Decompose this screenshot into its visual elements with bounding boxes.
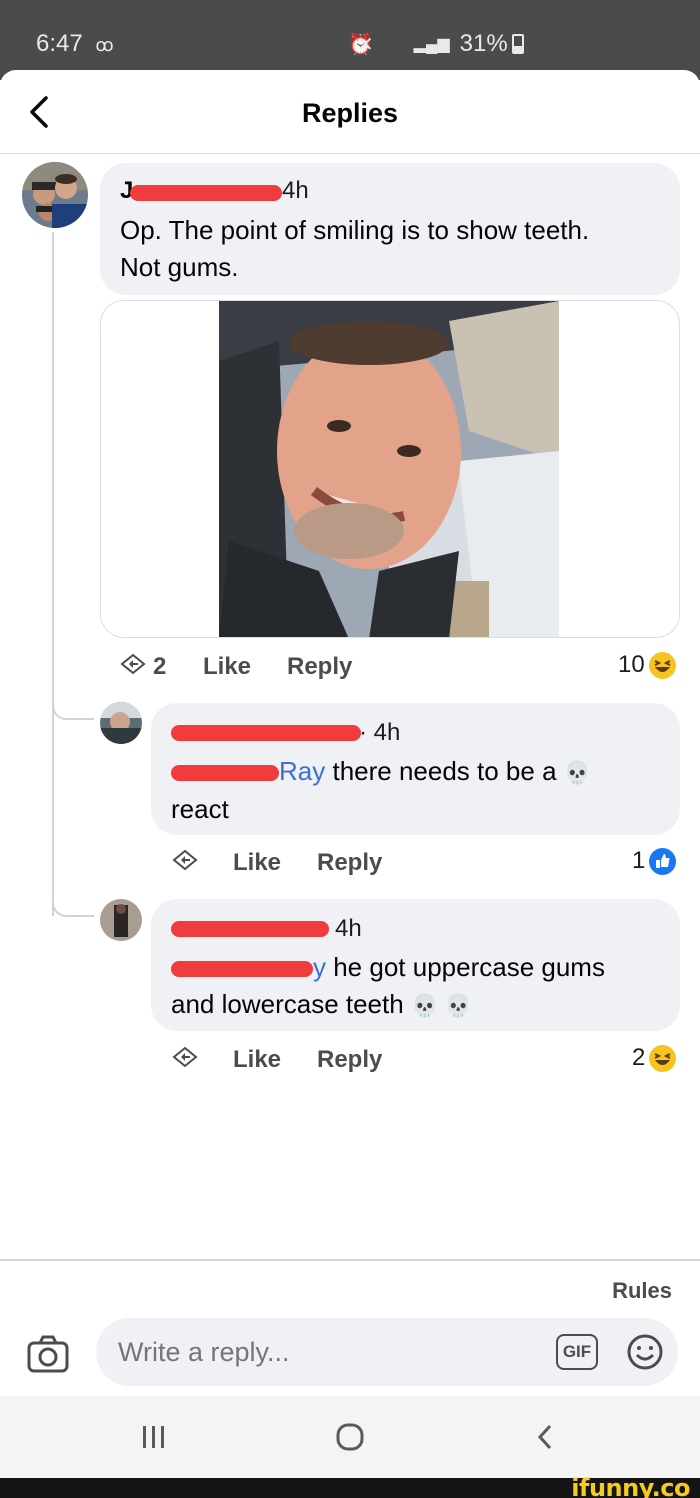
avatar[interactable] (22, 162, 88, 228)
skull-emoji: 💀 💀 (410, 993, 472, 1018)
laughing-emoji-icon (648, 651, 676, 679)
like-button[interactable]: Like (233, 849, 281, 877)
status-time: 6:47 ꝏ (36, 30, 114, 57)
laughing-emoji-icon (649, 1044, 677, 1072)
share-icon[interactable] (170, 847, 200, 877)
home-icon[interactable] (334, 1422, 366, 1452)
composer-divider (0, 1259, 700, 1261)
comment-text: Op. The point of smiling is to show teet… (120, 215, 590, 282)
battery-icon (511, 34, 524, 54)
recent-apps-icon[interactable] (140, 1422, 168, 1452)
mute-icon: ✕ (356, 33, 374, 56)
comment-time: · 4h (359, 719, 401, 746)
status-bar: 6:47 ꝏ ⏰ ✕ ▂▄▆ 31% (0, 0, 700, 80)
system-nav-bar (0, 1396, 700, 1478)
comment-time: 4h (282, 177, 309, 204)
share-count: 2 (153, 653, 167, 680)
share-icon[interactable] (118, 651, 148, 681)
mention-redaction (171, 961, 313, 977)
comment-bubble: J 4h Op. The point of smiling is to show… (100, 163, 680, 295)
reaction-count[interactable]: 10 (618, 651, 676, 679)
mention-redaction (171, 765, 279, 781)
battery-indicator: ⏰ ✕ ▂▄▆ 31% (348, 30, 562, 58)
thread-line (52, 232, 54, 916)
author-name-redaction (130, 185, 282, 201)
reply-button[interactable]: Reply (287, 653, 352, 681)
comment-text: y he got uppercase gums and lowercase te… (171, 949, 671, 1024)
rules-link[interactable]: Rules (612, 1278, 672, 1304)
thumbs-up-icon (649, 847, 677, 875)
gif-button[interactable]: GIF (556, 1334, 598, 1370)
mention-link[interactable]: y (171, 949, 326, 986)
avatar[interactable] (100, 899, 142, 941)
thread-branch (52, 895, 94, 917)
back-nav-icon[interactable] (534, 1422, 558, 1452)
camera-icon[interactable] (26, 1334, 70, 1374)
watermark-bar: ifunny.co (0, 1474, 700, 1498)
reaction-count[interactable]: 1 (632, 847, 677, 875)
skull-emoji: 💀 (563, 760, 592, 785)
thread-branch (52, 698, 94, 720)
comment-image-card[interactable] (100, 300, 680, 638)
like-button[interactable]: Like (203, 653, 251, 681)
author-name-redaction (171, 921, 329, 937)
voicemail-icon: ꝏ (95, 35, 114, 55)
comment-bubble: · 4h Ray there needs to be a 💀 react (151, 703, 680, 835)
signal-icon: ▂▄▆ (413, 36, 450, 53)
mention-link[interactable]: Ray (171, 753, 325, 790)
header: Replies (0, 70, 700, 154)
share-icon[interactable] (170, 1044, 200, 1074)
like-button[interactable]: Like (233, 1046, 281, 1074)
avatar[interactable] (100, 702, 142, 744)
page-title: Replies (301, 98, 399, 128)
ifunny-watermark: ifunny.co (571, 1474, 690, 1498)
comment-bubble: 4h y he got uppercase gums and lowercase… (151, 899, 680, 1031)
reaction-count[interactable]: 2 (632, 1044, 677, 1072)
reply-button[interactable]: Reply (317, 1046, 382, 1074)
comment-text: Ray there needs to be a 💀 react (171, 753, 671, 828)
comment-photo[interactable] (219, 301, 559, 638)
emoji-icon[interactable] (626, 1333, 664, 1371)
comment-time: 4h (335, 915, 362, 942)
reply-button[interactable]: Reply (317, 849, 382, 877)
author-name-redaction (171, 725, 361, 741)
